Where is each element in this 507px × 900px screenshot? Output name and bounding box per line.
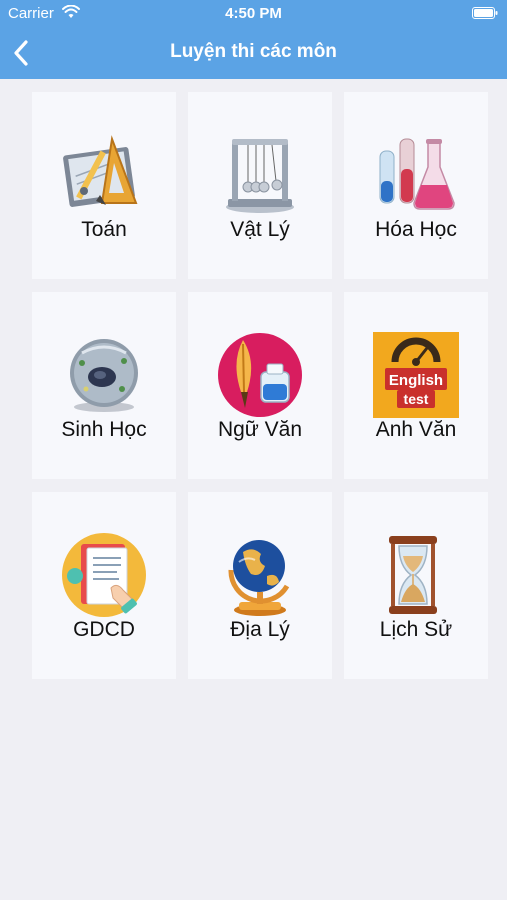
civics-document-icon — [62, 533, 146, 617]
page-title: Luyện thi các môn — [170, 41, 337, 62]
math-tools-icon — [63, 135, 138, 207]
subject-label: Sinh Học — [61, 418, 147, 441]
chemistry-flask-icon — [379, 138, 455, 210]
newtons-cradle-icon — [226, 139, 294, 213]
screen: Carrier 4:50 PM Luyện thi các môn Toán V… — [0, 0, 507, 900]
subject-label: Hóa Học — [375, 218, 457, 241]
battery-icon — [472, 7, 498, 19]
subject-label: Toán — [81, 218, 127, 241]
subject-card-sinh-hoc[interactable]: Sinh Học — [32, 292, 176, 479]
globe-icon — [228, 540, 290, 616]
header: Carrier 4:50 PM Luyện thi các môn — [0, 0, 507, 79]
subject-card-hoa-hoc[interactable]: Hóa Học — [344, 92, 488, 279]
english-label: English — [389, 372, 443, 389]
status-bar: Carrier 4:50 PM — [0, 0, 507, 28]
subject-card-toan[interactable]: Toán — [32, 92, 176, 279]
english-test-icon: English test — [373, 332, 459, 418]
cell-icon — [70, 339, 138, 412]
subject-label: GDCD — [73, 618, 135, 641]
subject-label: Ngữ Văn — [217, 418, 303, 441]
subject-label: Anh Văn — [375, 418, 457, 441]
subject-card-ngu-van[interactable]: Ngữ Văn — [188, 292, 332, 479]
subject-card-vat-ly[interactable]: Vật Lý — [188, 92, 332, 279]
status-time: 4:50 PM — [225, 5, 282, 22]
nav-bar: Luyện thi các môn — [0, 28, 507, 79]
subject-label: Vật Lý — [230, 218, 290, 241]
subject-card-anh-van[interactable]: English test Anh Văn — [344, 292, 488, 479]
subject-card-dia-ly[interactable]: Địa Lý — [188, 492, 332, 679]
quill-ink-icon — [218, 333, 302, 417]
subject-label: Địa Lý — [230, 618, 290, 641]
test-label: test — [404, 391, 429, 407]
hourglass-icon — [389, 536, 437, 614]
subject-label: Lịch Sử — [379, 618, 453, 641]
subject-card-gdcd[interactable]: GDCD — [32, 492, 176, 679]
subject-card-lich-su[interactable]: Lịch Sử — [344, 492, 488, 679]
